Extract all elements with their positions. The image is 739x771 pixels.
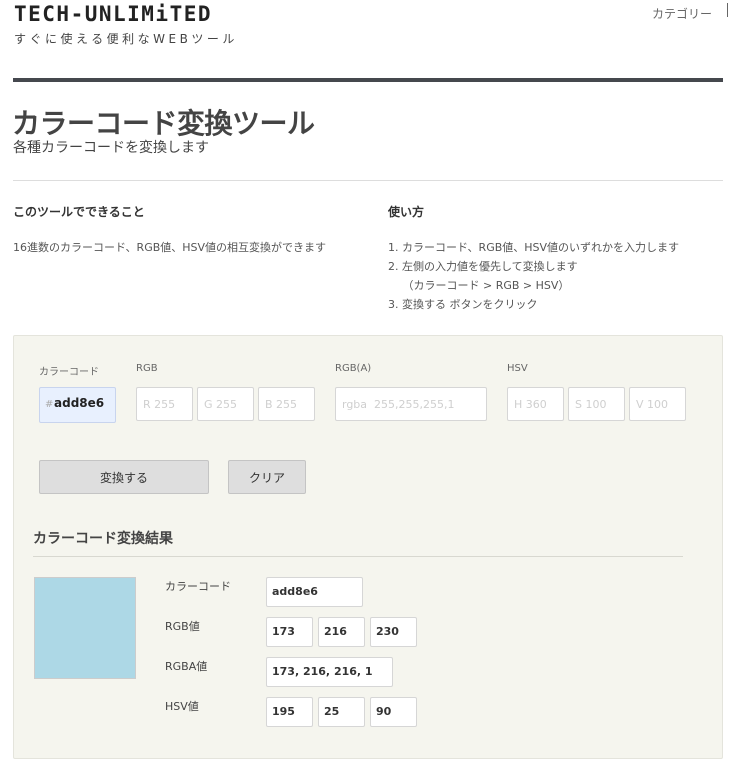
- hash-prefix: #: [45, 399, 54, 410]
- howto-step: （カラーコード > RGB > HSV）: [388, 279, 570, 292]
- rgba-input[interactable]: [335, 387, 487, 421]
- about-heading: このツールでできること: [13, 205, 145, 219]
- nav-category-link[interactable]: カテゴリー: [652, 5, 712, 22]
- result-rgba-label: RGBA値: [165, 660, 208, 673]
- result-rgb-label: RGB値: [165, 620, 200, 633]
- result-hsv-v[interactable]: 90: [370, 697, 417, 727]
- convert-button[interactable]: 変換する: [39, 460, 209, 494]
- rgb-b-input[interactable]: [258, 387, 315, 421]
- hex-input-box[interactable]: #: [39, 387, 116, 423]
- result-hsv-s[interactable]: 25: [318, 697, 365, 727]
- rgb-g-input[interactable]: [197, 387, 254, 421]
- result-rgb-g[interactable]: 216: [318, 617, 365, 647]
- hsv-s-input[interactable]: [568, 387, 625, 421]
- howto-steps: 1. カラーコード、RGB値、HSV値のいずれかを入力します 2. 左側の入力値…: [388, 238, 679, 314]
- site-logo[interactable]: TECH-UNLIMiTED: [14, 2, 212, 26]
- result-hsv-label: HSV値: [165, 700, 199, 713]
- result-hex-label: カラーコード: [165, 580, 231, 593]
- hsv-label: HSV: [507, 363, 528, 374]
- page-subtitle: 各種カラーコードを変換します: [13, 140, 209, 156]
- result-hsv-h[interactable]: 195: [266, 697, 313, 727]
- nav-divider: [727, 3, 728, 17]
- result-hex-value[interactable]: add8e6: [266, 577, 363, 607]
- result-rgb-r[interactable]: 173: [266, 617, 313, 647]
- site-tagline: すぐに使える便利なWEBツール: [14, 32, 238, 46]
- result-divider: [33, 556, 683, 557]
- howto-step: 3. 変換する ボタンをクリック: [388, 298, 538, 311]
- hex-input[interactable]: [54, 396, 114, 410]
- hex-label: カラーコード: [39, 367, 99, 378]
- clear-button[interactable]: クリア: [228, 460, 306, 494]
- howto-step: 2. 左側の入力値を優先して変換します: [388, 260, 578, 273]
- result-rgba-value[interactable]: 173, 216, 216, 1: [266, 657, 393, 687]
- header-divider: [13, 78, 723, 82]
- result-rgb-b[interactable]: 230: [370, 617, 417, 647]
- hsv-h-input[interactable]: [507, 387, 564, 421]
- howto-heading: 使い方: [388, 205, 425, 219]
- title-divider: [13, 180, 723, 181]
- result-heading: カラーコード変換結果: [33, 531, 173, 547]
- page-title: カラーコード変換ツール: [12, 107, 315, 140]
- color-swatch: [34, 577, 136, 679]
- hsv-v-input[interactable]: [629, 387, 686, 421]
- howto-step: 1. カラーコード、RGB値、HSV値のいずれかを入力します: [388, 241, 680, 254]
- rgb-r-input[interactable]: [136, 387, 193, 421]
- rgba-label: RGB(A): [335, 363, 372, 374]
- rgb-label: RGB: [136, 363, 158, 374]
- about-text: 16進数のカラーコード、RGB値、HSV値の相互変換ができます: [13, 241, 327, 254]
